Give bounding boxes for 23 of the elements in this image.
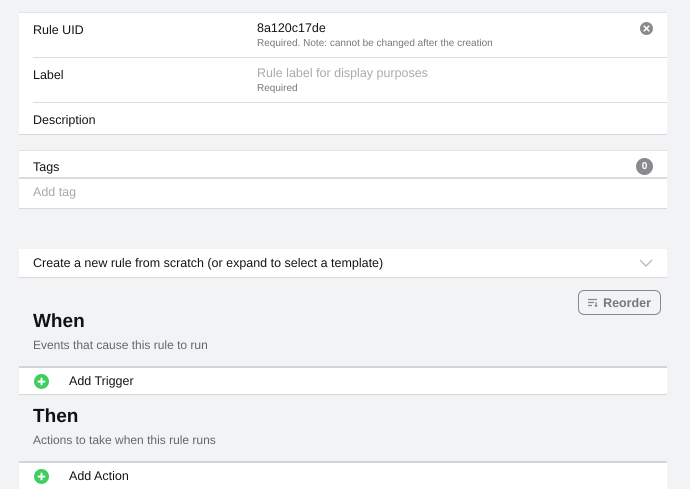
add-row[interactable]: Add Trigger (19, 366, 667, 395)
tag-input-field[interactable]: Add tag (33, 185, 653, 199)
plus-icon (34, 468, 49, 484)
sort-icon (588, 298, 598, 307)
template-dropdown[interactable]: Create a new rule from scratch (or expand to select a template) (19, 249, 667, 278)
chevron-icon (639, 259, 653, 267)
input-field[interactable]: 8a120c17de (257, 21, 637, 35)
plus-icon (34, 374, 49, 388)
section-description: Actions to take when this rule runs (33, 433, 217, 447)
field-hint: Required. Note: cannot be changed after the creation (257, 38, 493, 49)
clear-icon[interactable] (640, 22, 653, 35)
field-hint: Required (257, 83, 298, 94)
section-title: Then (33, 406, 78, 428)
tag-count-badge: 0 (636, 158, 653, 175)
tags-label: Tags (33, 160, 60, 174)
field-label: Rule UID (33, 22, 85, 39)
section-description: Events that cause this rule to run (33, 338, 209, 352)
add-row[interactable]: Add Action (19, 461, 667, 489)
field-label: Label (33, 67, 65, 84)
input-field[interactable]: Rule label for display purposes (257, 66, 637, 80)
reorder-button[interactable]: Reorder (578, 290, 661, 315)
field-label: Description (33, 112, 97, 129)
section-title: When (33, 311, 85, 333)
